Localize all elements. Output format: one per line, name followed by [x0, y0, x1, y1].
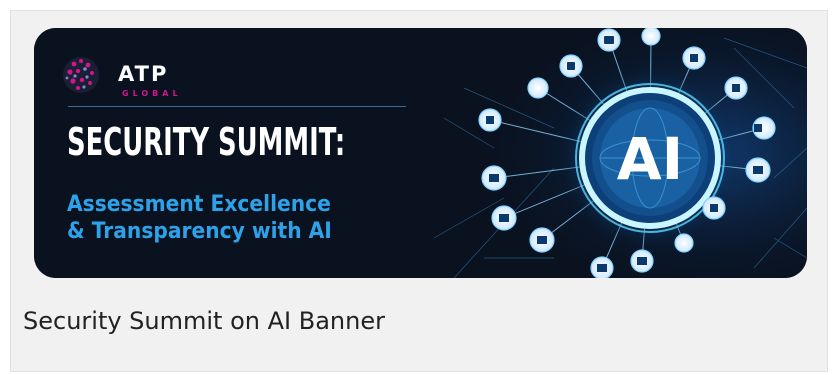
logo-subtext: GLOBAL	[122, 89, 182, 98]
subtitle-line-2: & Transparency with AI	[67, 219, 332, 244]
banner-divider	[68, 106, 406, 107]
image-caption: Security Summit on AI Banner	[23, 307, 385, 335]
ai-globe-label: AI	[616, 125, 684, 193]
logo-name: ATP	[118, 62, 169, 86]
subtitle-line-1: Assessment Excellence	[67, 192, 331, 217]
banner-title: SECURITY SUMMIT:	[67, 120, 346, 164]
image-card: ATP GLOBAL SECURITY SUMMIT: Assessment E…	[10, 10, 828, 372]
banner-subtitle: Assessment Excellence & Transparency wit…	[67, 191, 332, 245]
atp-logo: ATP GLOBAL	[64, 58, 214, 112]
banner-image[interactable]: ATP GLOBAL SECURITY SUMMIT: Assessment E…	[34, 28, 807, 278]
